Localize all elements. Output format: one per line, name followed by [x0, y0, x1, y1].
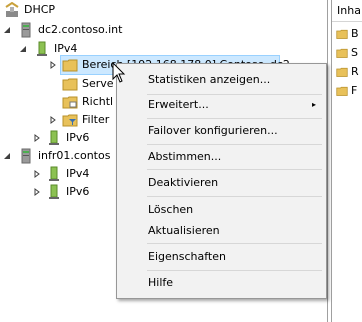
- menu-item-label: Abstimmen...: [148, 150, 222, 163]
- tree-label: infr01.contos: [38, 149, 111, 162]
- list-item-label: B: [351, 27, 359, 40]
- context-menu[interactable]: Statistiken anzeigen... Erweitert... ▸ F…: [116, 63, 327, 299]
- expand-arrow-icon[interactable]: [48, 115, 58, 125]
- tree-label: IPv6: [66, 185, 90, 198]
- expand-arrow-icon[interactable]: [48, 60, 58, 70]
- tree-label: Richtl: [82, 95, 114, 108]
- collapse-arrow-icon[interactable]: [2, 151, 12, 161]
- folder-icon: [336, 67, 348, 77]
- menu-item-help[interactable]: Hilfe: [119, 273, 324, 293]
- list-item-label: R: [351, 65, 359, 78]
- menu-item-label: Aktualisieren: [148, 224, 220, 237]
- expand-arrow-icon[interactable]: [32, 169, 42, 179]
- tree-node-server-dc2[interactable]: dc2.contoso.int: [2, 21, 122, 39]
- collapse-arrow-icon[interactable]: [2, 25, 12, 35]
- menu-item-label: Hilfe: [148, 276, 174, 289]
- menu-item-refresh[interactable]: Aktualisieren: [119, 221, 324, 241]
- menu-separator: [147, 270, 322, 271]
- folder-icon: [336, 29, 348, 39]
- menu-item-failover[interactable]: Failover konfigurieren...: [119, 121, 324, 141]
- menu-separator: [147, 243, 322, 244]
- folder-icon: [62, 59, 78, 72]
- tree-label: DHCP: [24, 3, 56, 16]
- menu-item-properties[interactable]: Eigenschaften: [119, 247, 324, 267]
- menu-separator: [147, 118, 322, 119]
- menu-item-label: Failover konfigurieren...: [148, 124, 278, 137]
- menu-item-label: Statistiken anzeigen...: [148, 73, 271, 86]
- menu-item-advanced[interactable]: Erweitert... ▸: [119, 95, 324, 115]
- list-item[interactable]: F: [336, 83, 357, 99]
- list-item-label: F: [351, 84, 358, 97]
- tree-label: IPv4: [66, 167, 90, 180]
- menu-item-label: Deaktivieren: [148, 176, 219, 189]
- list-item-label: S: [351, 46, 358, 59]
- tree-node-ipv6[interactable]: IPv6: [32, 183, 89, 201]
- menu-separator: [147, 196, 322, 197]
- tree-node-ipv6[interactable]: IPv6: [32, 129, 89, 147]
- tree-node-server-options[interactable]: Serve: [62, 75, 114, 93]
- tree-node-ipv4[interactable]: IPv4: [32, 165, 89, 183]
- server-icon: [21, 148, 31, 164]
- submenu-arrow-icon: ▸: [311, 100, 316, 109]
- menu-separator: [147, 144, 322, 145]
- menu-item-reconcile[interactable]: Abstimmen...: [119, 147, 324, 167]
- folder-icon: [336, 48, 348, 58]
- collapse-arrow-icon[interactable]: [18, 44, 28, 54]
- tree-node-dhcp[interactable]: DHCP: [4, 1, 55, 19]
- tree-node-server-infr01[interactable]: infr01.contos: [2, 147, 110, 165]
- list-item[interactable]: B: [336, 26, 359, 42]
- policy-icon: [62, 96, 78, 109]
- menu-separator: [147, 169, 322, 170]
- tree-label: Serve: [82, 77, 114, 90]
- ipv6-icon: [49, 184, 59, 199]
- menu-item-label: Löschen: [148, 203, 194, 216]
- menu-item-deactivate[interactable]: Deaktivieren: [119, 173, 324, 193]
- expand-arrow-icon[interactable]: [32, 133, 42, 143]
- tree-label: dc2.contoso.int: [38, 23, 123, 36]
- ipv4-icon: [49, 166, 59, 181]
- tree-node-policies[interactable]: Richtl: [62, 93, 113, 111]
- menu-item-label: Erweitert...: [148, 98, 209, 111]
- expand-arrow-icon[interactable]: [32, 187, 42, 197]
- column-header-content[interactable]: Inha: [332, 0, 362, 22]
- menu-item-delete[interactable]: Löschen: [119, 200, 324, 220]
- dhcp-icon: [5, 2, 19, 17]
- list-item[interactable]: S: [336, 45, 358, 61]
- server-icon: [21, 22, 31, 38]
- ipv6-icon: [49, 130, 59, 145]
- ipv4-icon: [37, 41, 47, 56]
- tree-label: Filter: [82, 113, 110, 126]
- menu-item-label: Eigenschaften: [148, 250, 226, 263]
- tree-node-filter[interactable]: Filter: [48, 111, 109, 129]
- mouse-cursor-icon: [112, 62, 126, 83]
- tree-label: IPv6: [66, 131, 90, 144]
- filter-icon: [62, 114, 78, 127]
- folder-icon: [62, 78, 78, 91]
- list-item[interactable]: R: [336, 64, 359, 80]
- menu-item-statistics[interactable]: Statistiken anzeigen...: [119, 70, 324, 90]
- folder-icon: [336, 86, 348, 96]
- results-pane[interactable]: Inha B S R F: [331, 0, 362, 322]
